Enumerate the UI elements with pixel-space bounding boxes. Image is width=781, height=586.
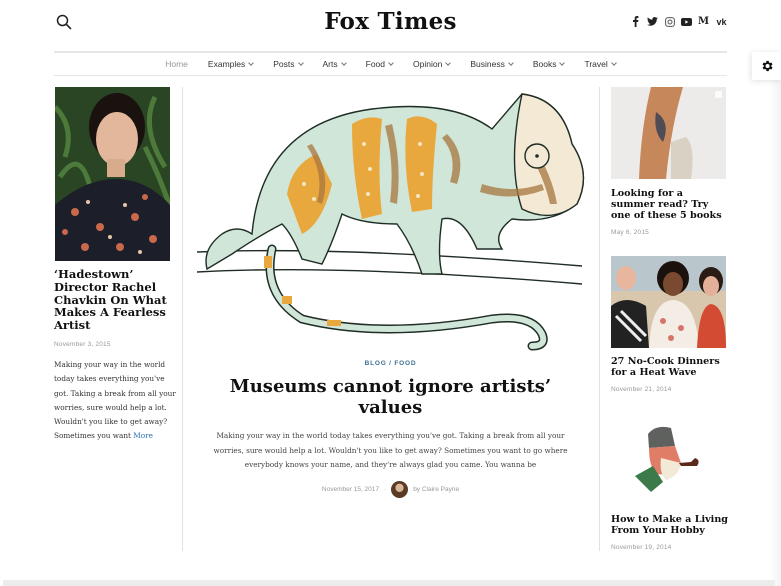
left-post-image[interactable] <box>55 87 170 261</box>
gear-icon <box>762 60 773 72</box>
read-more-link[interactable]: More <box>133 431 153 440</box>
right-post-date-3: November 19, 2014 <box>611 544 672 551</box>
main-post-title[interactable]: Museums cannot ignore artists’ values <box>200 376 581 418</box>
main-nav: Home Examples Posts Arts Food Opinion Bu… <box>54 51 727 76</box>
instagram-icon[interactable] <box>664 16 675 27</box>
nav-item-business[interactable]: Business <box>460 59 523 69</box>
left-post-excerpt: Making your way in the world today takes… <box>54 358 179 444</box>
right-post-title-1[interactable]: Looking for a summer read? Try one of th… <box>611 188 729 221</box>
main-post-date: November 15, 2017 <box>321 486 380 493</box>
footer-edge <box>3 580 775 586</box>
nav-item-examples[interactable]: Examples <box>198 59 263 69</box>
site-logo-text: Fox Times <box>324 8 457 35</box>
nav-item-food[interactable]: Food <box>356 59 403 69</box>
chevron-down-icon <box>248 59 255 66</box>
vk-icon[interactable]: vk <box>715 16 728 27</box>
category-link-blog[interactable]: BLOG <box>365 360 387 367</box>
author-link[interactable]: by Claire Payne <box>413 486 459 493</box>
right-post-image-3[interactable] <box>611 418 726 503</box>
right-post-image-1[interactable] <box>611 87 726 179</box>
settings-button[interactable] <box>752 52 781 80</box>
column-divider <box>599 87 600 551</box>
sculpture-photo <box>611 87 726 179</box>
right-post-title-3[interactable]: How to Make a Living From Your Hobby <box>611 514 729 537</box>
right-post-date-2: November 21, 2014 <box>611 386 672 393</box>
nav-label: Arts <box>322 59 338 69</box>
chevron-down-icon <box>507 59 514 66</box>
nav-label: Home <box>165 59 188 69</box>
chevron-down-icon <box>388 59 394 66</box>
right-post-date-1: May 6, 2015 <box>611 229 649 236</box>
main-post-categories: BLOG / FOOD <box>182 360 599 367</box>
left-post-title[interactable]: ‘Hadestown’ Director Rachel Chavkin On W… <box>54 268 174 332</box>
nav-label: Posts <box>273 59 295 69</box>
twitter-icon[interactable] <box>647 16 658 27</box>
site-header: Fox Times M vk <box>0 0 781 50</box>
category-link-food[interactable]: FOOD <box>394 360 416 367</box>
left-post-date: November 3, 2015 <box>54 341 111 348</box>
medium-icon[interactable]: M <box>698 16 709 27</box>
portrait-photo <box>55 87 170 261</box>
meta-separator: · <box>384 486 387 493</box>
right-post-title-2[interactable]: 27 No-Cook Dinners for a Heat Wave <box>611 356 729 379</box>
pipe-man-illustration <box>611 418 726 503</box>
chevron-down-icon <box>610 59 617 66</box>
nav-label: Books <box>532 59 557 69</box>
nav-label: Travel <box>584 59 608 69</box>
nav-label: Opinion <box>413 59 443 69</box>
nav-item-posts[interactable]: Posts <box>263 59 312 69</box>
chevron-down-icon <box>340 59 347 66</box>
facebook-icon[interactable] <box>630 16 641 27</box>
left-post-excerpt-text: Making your way in the world today takes… <box>54 360 176 441</box>
nav-item-travel[interactable]: Travel <box>574 59 625 69</box>
nav-label: Business <box>470 59 505 69</box>
chevron-down-icon <box>297 59 304 66</box>
chameleon-illustration <box>196 93 585 351</box>
nav-item-home[interactable]: Home <box>155 59 198 69</box>
nav-item-opinion[interactable]: Opinion <box>403 59 460 69</box>
social-links: M vk <box>630 16 728 27</box>
friends-beach-photo <box>611 256 726 348</box>
nav-item-books[interactable]: Books <box>523 59 575 69</box>
main-post-meta: November 15, 2017 · by Claire Payne <box>182 481 599 498</box>
main-post-excerpt: Making your way in the world today takes… <box>213 431 568 469</box>
author-avatar[interactable] <box>391 481 409 498</box>
main-post-image[interactable] <box>192 84 590 352</box>
page-edge-shadow <box>770 80 781 586</box>
chevron-down-icon <box>445 59 452 66</box>
youtube-icon[interactable] <box>681 16 692 27</box>
chevron-down-icon <box>559 59 566 66</box>
nav-label: Food <box>365 59 386 69</box>
nav-label: Examples <box>207 59 246 69</box>
nav-item-arts[interactable]: Arts <box>313 59 356 69</box>
right-post-image-2[interactable] <box>611 256 726 348</box>
